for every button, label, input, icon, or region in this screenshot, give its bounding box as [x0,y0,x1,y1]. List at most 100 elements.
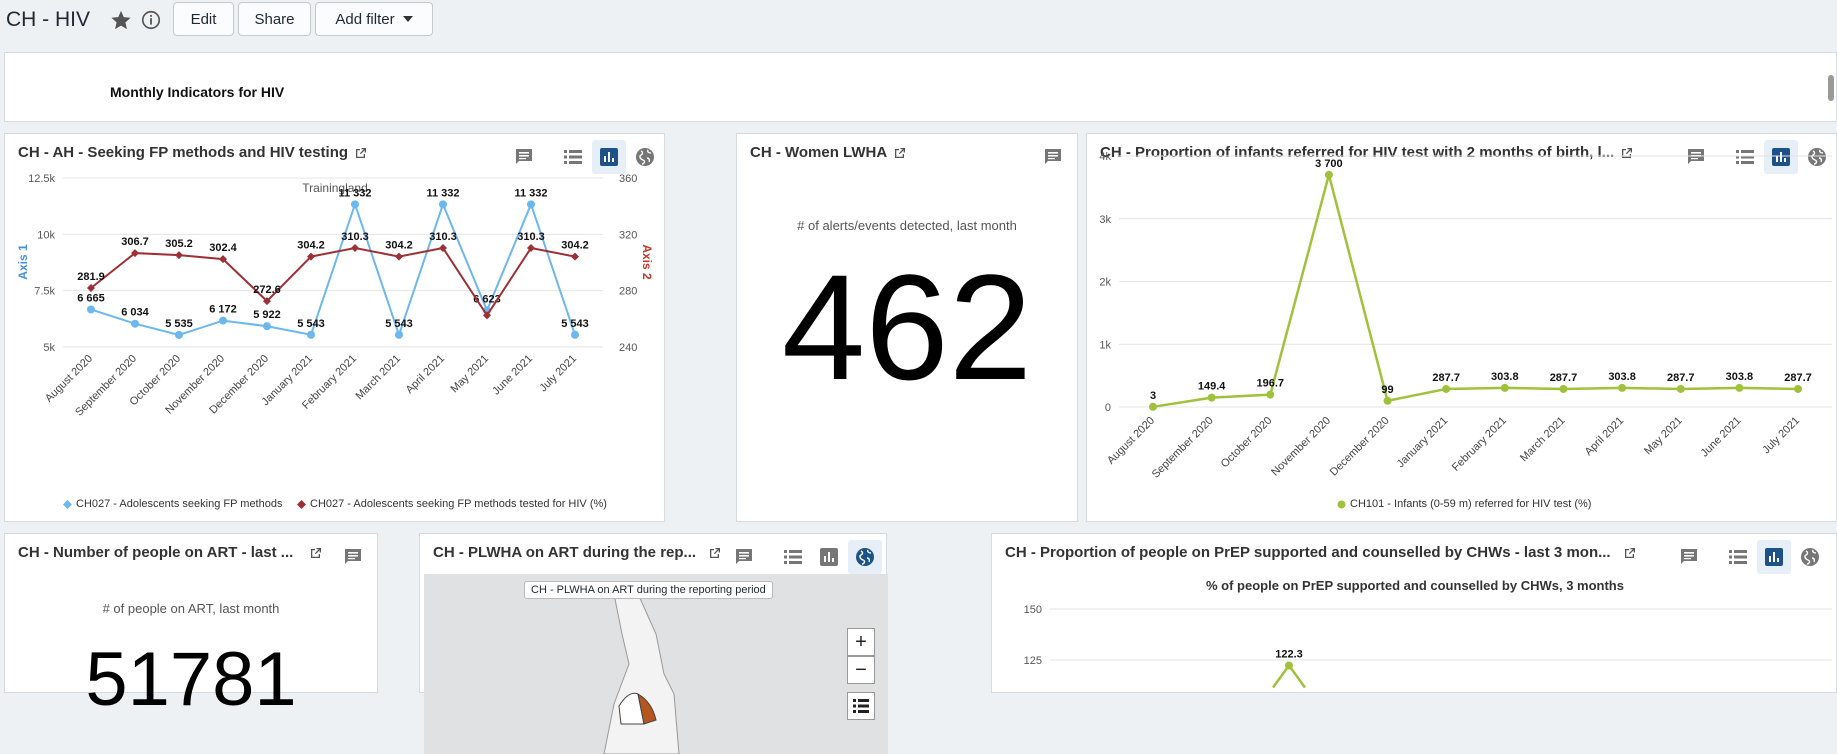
data-label: 272.6 [253,284,281,296]
y-tick-right: 240 [619,342,637,354]
interpretations-button[interactable] [336,540,370,574]
data-point [351,200,359,209]
data-label: 310.3 [517,231,545,243]
legend-item[interactable]: CH027 - Adolescents seeking FP methods [63,498,282,510]
star-icon[interactable] [110,9,132,31]
data-point [307,330,315,339]
data-point [1324,170,1333,179]
data-point [1442,384,1451,393]
data-point [527,200,535,209]
item-title-text: CH - Number of people on ART - last ... [18,544,294,561]
data-label: 11 332 [426,187,459,199]
view-chart-button[interactable] [812,540,846,574]
data-point [131,319,139,328]
data-point [175,251,183,260]
data-label: 302.4 [209,242,237,254]
data-point [175,330,183,339]
y-tick: 0 [1105,402,1111,414]
legend-marker-diamond [297,499,306,509]
y-tick-left: 12.5k [28,173,55,185]
x-tick-label: April 2021 [404,353,448,397]
data-label: 6 665 [77,292,105,304]
y-tick-left: 10k [37,229,55,241]
data-label: 287.7 [1784,372,1812,384]
data-label: 122.3 [1275,649,1303,661]
y-tick-left: 7.5k [34,286,55,298]
map-shape [603,593,680,754]
data-label: 303.8 [1491,371,1519,383]
info-icon[interactable] [140,9,162,31]
data-label: 5 543 [297,318,325,330]
x-tick-label: May 2021 [448,353,491,396]
map-canvas[interactable]: CH - PLWHA on ART during the reporting p… [424,574,888,754]
data-label: 196.7 [1257,378,1285,390]
x-tick-label: May 2021 [1642,415,1685,458]
y-axis-label-right: Axis 2 [640,244,654,280]
data-point [1266,390,1275,399]
chart-fp: Trainingland5k7.5k10k12.5k240280320360Ax… [16,173,654,419]
single-value-item-art: CH - Number of people on ART - last ... … [4,533,378,718]
interpretations-button[interactable] [727,540,761,574]
view-table-button[interactable] [776,540,810,574]
data-point [1149,402,1157,411]
interpretations-button[interactable] [1036,140,1070,174]
data-point [87,305,95,314]
legend-item[interactable]: CH101 - Infants (0-59 m) referred for HI… [1337,498,1591,510]
legend-item[interactable]: CH027 - Adolescents seeking FP methods t… [297,498,607,510]
data-label: 306.7 [121,236,149,248]
data-label: 5 535 [165,318,193,330]
data-point [351,243,359,252]
single-value-number: 462 [781,243,1033,411]
data-label: 305.2 [165,238,193,250]
item-title[interactable]: CH - Women LWHA [750,144,907,161]
data-point [1735,383,1744,392]
single-value-item-women: CH - Women LWHA # of alerts/events detec… [736,133,1078,522]
x-tick-label: October 2020 [1219,415,1275,471]
comment-icon [736,549,752,564]
layers-button[interactable] [847,692,875,720]
globe-icon [856,548,874,566]
share-button[interactable]: Share [238,2,311,36]
map-item-plwha: CH - PLWHA on ART during the rep... CH -… [419,533,888,754]
data-label: 287.7 [1667,372,1695,384]
item-title[interactable]: CH - PLWHA on ART during the rep... [433,544,722,561]
external-link-icon[interactable] [708,546,722,560]
caret-down-icon [402,16,413,22]
x-tick-label: June 2021 [1699,415,1744,460]
edit-button[interactable]: Edit [173,2,234,36]
layers-list-icon [853,699,869,713]
data-label: 303.8 [1608,371,1636,383]
data-point [1676,384,1685,393]
data-point [219,316,227,325]
dashboard-bar: CH - HIV Edit Share Add filter [0,0,1837,48]
legend-marker-dot [1337,500,1346,508]
chart-item-prep: CH - Proportion of people on PrEP suppor… [991,533,1837,693]
x-tick-label: January 2021 [1395,415,1451,471]
item-title[interactable]: CH - Number of people on ART - last ... [18,544,323,561]
scrollbar-thumb[interactable] [1828,75,1834,101]
y-tick: 1k [1099,339,1111,351]
view-map-button[interactable] [848,540,882,574]
legend-label: CH101 - Infants (0-59 m) referred for HI… [1350,498,1592,510]
chart-title: % of people on PrEP supported and counse… [1206,578,1624,593]
series-line [1152,169,1799,409]
data-point [1285,661,1293,670]
y-tick: 125 [1024,655,1042,667]
external-link-icon[interactable] [309,546,323,560]
x-tick-label: March 2021 [354,353,404,403]
single-value-number: 51781 [85,637,297,722]
y-tick: 150 [1024,604,1042,616]
external-link-icon[interactable] [893,146,907,160]
add-filter-button[interactable]: Add filter [315,2,433,36]
data-point [439,200,447,209]
x-tick-label: July 2021 [537,353,579,395]
dashboard-title: CH - HIV [6,8,90,31]
data-label: 310.3 [429,231,457,243]
data-point [571,330,579,339]
zoom-in-button[interactable]: + [847,628,875,656]
y-tick: 4k [1099,151,1111,163]
data-point [263,322,271,331]
legend-marker-diamond [63,499,72,509]
map-tooltip: CH - PLWHA on ART during the reporting p… [524,581,773,599]
chart-infants: 0 1k 2k 3k 4k August 2020September 2020 Octobe… [1099,151,1832,481]
